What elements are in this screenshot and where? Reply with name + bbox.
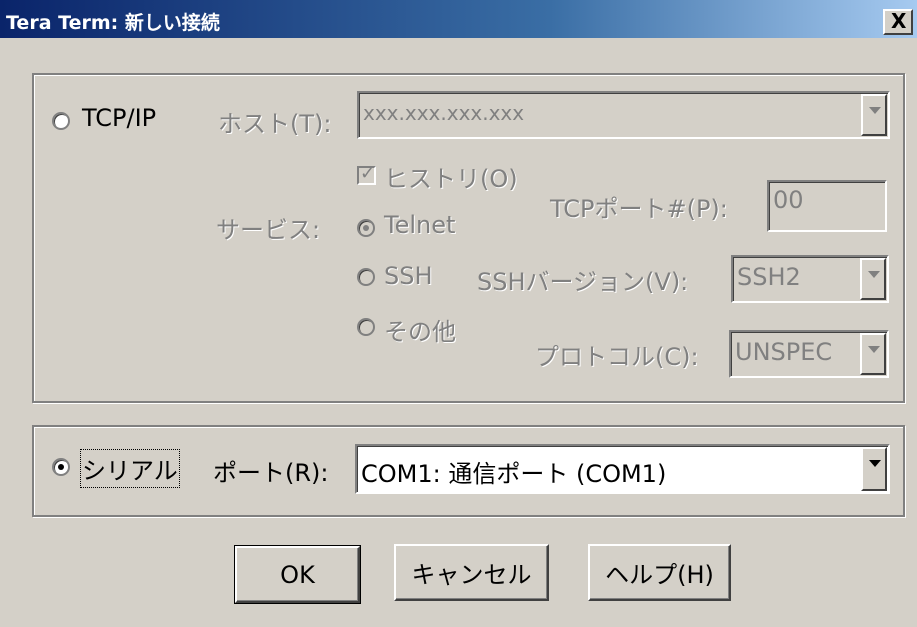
chevron-down-icon <box>868 346 880 353</box>
tcp-port-field[interactable]: 00 <box>767 180 887 232</box>
protocol-value: UNSPEC <box>735 338 833 366</box>
other-label[interactable]: その他 <box>384 312 456 347</box>
window-title: Tera Term: 新しい接続 <box>6 12 220 34</box>
host-value: xxx.xxx.xxx.xxx <box>363 101 525 125</box>
ok-button[interactable]: OK <box>234 545 361 604</box>
port-combobox[interactable]: COM1: 通信ポート (COM1) <box>355 444 890 494</box>
host-label: ホスト(T): <box>218 110 332 138</box>
host-dropdown-button[interactable] <box>861 94 887 136</box>
chevron-down-icon <box>869 460 881 467</box>
other-radio[interactable] <box>357 318 375 336</box>
port-dropdown-button[interactable] <box>861 447 887 491</box>
protocol-combobox[interactable]: UNSPEC <box>729 330 889 378</box>
check-icon: ✓ <box>360 163 376 184</box>
cancel-button[interactable]: キャンセル <box>394 544 549 601</box>
port-value: COM1: 通信ポート (COM1) <box>361 460 667 488</box>
telnet-radio[interactable] <box>357 219 375 237</box>
telnet-label[interactable]: Telnet <box>384 211 455 239</box>
serial-label[interactable]: シリアル <box>80 449 180 488</box>
tcp-port-label: TCPポート#(P): <box>550 195 728 223</box>
history-label[interactable]: ヒストリ(O) <box>384 159 518 194</box>
new-connection-dialog: Tera Term: 新しい接続 X TCP/IP ホスト(T): xxx.xx… <box>0 0 917 627</box>
port-label: ポート(R): <box>213 459 329 487</box>
radio-dot-icon <box>58 464 64 470</box>
service-label: サービス: <box>216 216 321 244</box>
title-bar[interactable]: Tera Term: 新しい接続 X <box>0 0 917 38</box>
close-button[interactable]: X <box>883 9 913 35</box>
radio-dot-icon <box>363 225 369 231</box>
tcp-port-value: 00 <box>773 186 804 214</box>
ssh-version-value: SSH2 <box>737 263 801 291</box>
close-icon: X <box>891 9 907 33</box>
tcp-ip-radio[interactable] <box>52 112 70 130</box>
ssh-version-label: SSHバージョン(V): <box>477 268 689 296</box>
ssh-radio[interactable] <box>357 268 375 286</box>
host-combobox[interactable]: xxx.xxx.xxx.xxx <box>357 91 890 139</box>
protocol-dropdown-button[interactable] <box>860 333 886 375</box>
history-checkbox[interactable]: ✓ <box>357 163 376 185</box>
protocol-label: プロトコル(C): <box>535 343 699 371</box>
ssh-version-combobox[interactable]: SSH2 <box>731 255 889 303</box>
help-button[interactable]: ヘルプ(H) <box>588 544 731 601</box>
tcp-ip-label[interactable]: TCP/IP <box>82 104 156 132</box>
serial-radio[interactable] <box>52 458 70 476</box>
chevron-down-icon <box>869 107 881 114</box>
chevron-down-icon <box>868 271 880 278</box>
ssh-label[interactable]: SSH <box>384 262 433 290</box>
ssh-version-dropdown-button[interactable] <box>860 258 886 300</box>
